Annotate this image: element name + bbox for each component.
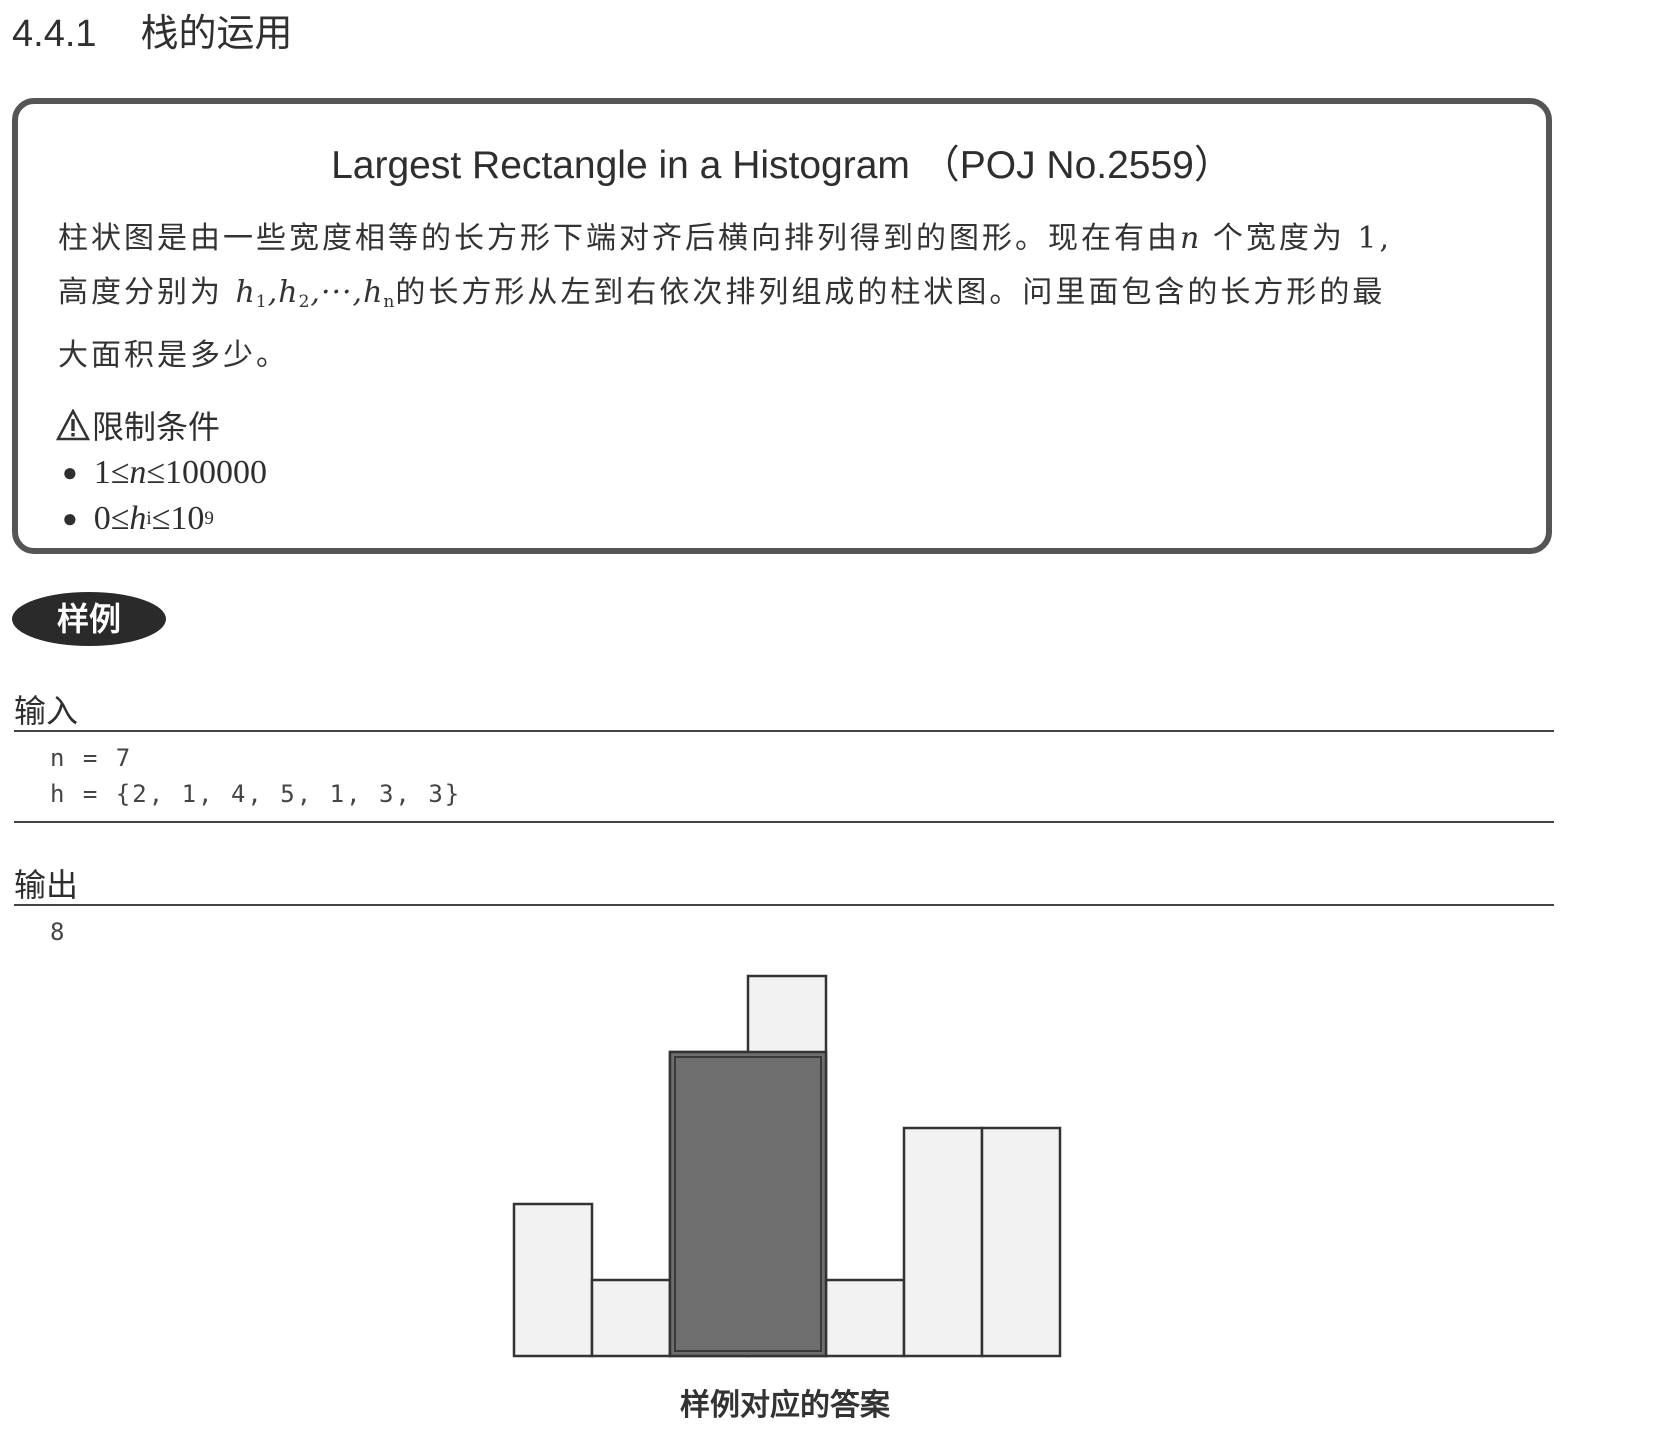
section-title: 栈的运用 [140, 11, 293, 55]
sample-badge: 样例 [12, 592, 166, 646]
output-label: 输出 [14, 866, 79, 904]
description-line-1: 柱状图是由一些宽度相等的长方形下端对齐后横向排列得到的图形。现在有由n 个宽度为… [58, 212, 1526, 266]
constraint-item: ● 0≤ h i ≤10 9 [62, 496, 267, 542]
problem-box: Largest Rectangle in a Histogram （POJ No… [12, 98, 1552, 554]
warning-icon [56, 409, 90, 441]
input-line-n: n = 7 [50, 744, 133, 772]
section-number: 4.4.1 [12, 13, 97, 55]
histogram-bar [824, 1278, 906, 1358]
description-text: 的长方形从左到右依次排列组成的柱状图。问里面包含的长方形的最 [395, 275, 1386, 310]
histogram-bar [902, 1126, 984, 1358]
bullet-icon: ● [62, 504, 78, 533]
description-text: 高度分别为 [58, 275, 223, 310]
description-text: 柱状图是由一些宽度相等的长方形下端对齐后横向排列得到的图形。现在有由 [58, 221, 1180, 256]
constraints-list: ● 1≤ n ≤100000 ● 0≤ h i ≤10 9 [62, 450, 267, 542]
input-line-h: h = {2, 1, 4, 5, 1, 3, 3} [50, 780, 462, 808]
problem-description: 柱状图是由一些宽度相等的长方形下端对齐后横向排列得到的图形。现在有由n 个宽度为… [58, 212, 1526, 383]
histogram-chart [500, 965, 1080, 1365]
section-heading: 4.4.1 栈的运用 [12, 2, 293, 57]
histogram-bar [512, 1202, 594, 1358]
limits-label: 限制条件 [92, 408, 221, 446]
problem-title: Largest Rectangle in a Histogram （POJ No… [331, 144, 1233, 187]
chart-caption: 样例对应的答案 [680, 1388, 890, 1423]
histogram-svg [512, 974, 1062, 1358]
histogram-bar [980, 1126, 1062, 1358]
divider [14, 904, 1554, 906]
bullet-icon: ● [62, 458, 78, 487]
divider [14, 730, 1554, 732]
description-line-3: 大面积是多少。 [58, 338, 289, 373]
input-label: 输入 [14, 692, 79, 730]
histogram-bar [590, 1278, 672, 1358]
max-rectangle-highlight [668, 1050, 828, 1358]
limits-heading: 限制条件 [56, 402, 220, 448]
description-text: 个宽度为 1, [1212, 221, 1393, 256]
constraint-item: ● 1≤ n ≤100000 [62, 450, 267, 496]
divider [14, 821, 1554, 823]
output-value: 8 [50, 918, 67, 946]
variable-n: n [1180, 221, 1201, 256]
variable-h: h1,h2,···,hn [235, 275, 396, 312]
description-line-2: 高度分别为 h1,h2,···,hn的长方形从左到右依次排列组成的柱状图。问里面… [58, 266, 1526, 329]
